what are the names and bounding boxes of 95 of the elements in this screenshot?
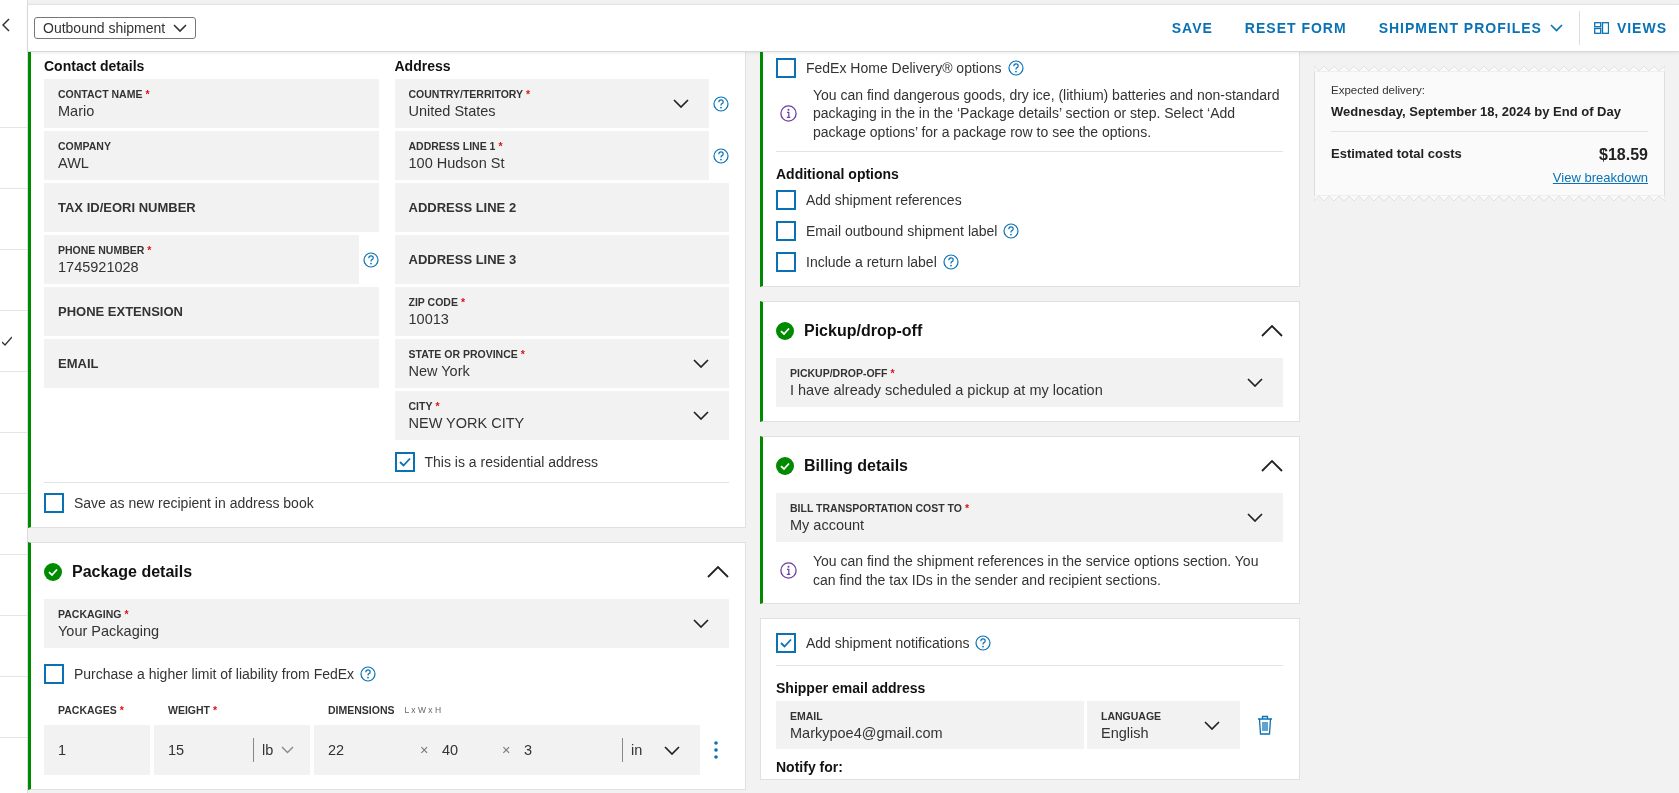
chevron-down-icon: [664, 745, 681, 755]
cost-label: Estimated total costs: [1331, 146, 1462, 161]
layout-icon: [1593, 22, 1609, 34]
unit-dropdown[interactable]: in: [622, 738, 681, 762]
help-icon[interactable]: [362, 251, 379, 268]
text-field[interactable]: PHONE EXTENSION: [44, 287, 379, 336]
checkbox-label: FedEx Home Delivery® options: [806, 60, 1002, 76]
column-header: PACKAGES *: [58, 704, 124, 716]
checkbox[interactable]: [776, 221, 796, 242]
view-breakdown-link[interactable]: View breakdown: [1552, 170, 1648, 185]
weight-field[interactable]: 15: [168, 742, 253, 758]
section-heading: Additional options: [776, 166, 900, 183]
chevron-down-icon: [173, 23, 188, 33]
chevron-down-icon: [1247, 513, 1263, 523]
times-sign: ×: [502, 742, 512, 758]
shipment-type-dropdown[interactable]: Outbound shipment: [34, 17, 197, 39]
checkbox-label: Include a return label: [806, 254, 937, 271]
collapse-chevron-icon[interactable]: [1261, 325, 1283, 338]
info-icon: [780, 562, 797, 580]
checkbox[interactable]: [776, 190, 796, 211]
email-field[interactable]: EMAIL Markypoe4@gmail.com: [776, 701, 1084, 750]
chevron-down-icon: [281, 746, 295, 754]
dropdown-field[interactable]: BILL TRANSPORTATION COST TO * My account: [776, 493, 1283, 543]
header-action-link[interactable]: RESET FORM: [1244, 20, 1347, 36]
help-icon[interactable]: [975, 635, 992, 652]
text-field[interactable]: ADDRESS LINE 3: [394, 235, 729, 284]
checkbox[interactable]: [44, 664, 64, 684]
info-icon: [780, 105, 797, 123]
views-button[interactable]: VIEWS: [1593, 20, 1667, 36]
text-field[interactable]: ADDRESS LINE 1 * 100 Hudson St: [394, 131, 709, 180]
unit-dropdown[interactable]: lb: [253, 738, 295, 762]
delivery-label: Expected delivery:: [1331, 84, 1426, 96]
chevron-down-icon: [1549, 24, 1563, 32]
checkbox-label: Purchase a higher limit of liability from FedEx: [74, 666, 355, 682]
text-field[interactable]: TAX ID/EORI NUMBER: [44, 183, 379, 232]
help-icon[interactable]: [1007, 60, 1024, 76]
dimension-hint: L x W x H: [404, 705, 442, 715]
column-header: DIMENSIONS: [328, 704, 395, 716]
checkbox[interactable]: [776, 252, 796, 273]
help-icon[interactable]: [360, 666, 377, 682]
info-message: You can find dangerous goods, dry ice, (lithium) batteries and non-standard packaging in the in the ‘Package details’ section or step. Select ‘Add package options’ for a package row to see the options.: [813, 86, 1281, 142]
dimension-field[interactable]: 3: [524, 742, 584, 758]
checkbox[interactable]: [44, 493, 64, 513]
check-icon: [2, 336, 12, 346]
dropdown-field[interactable]: COUNTRY/TERRITORY * United States: [394, 79, 709, 128]
more-options-icon[interactable]: [714, 741, 718, 759]
dimension-field[interactable]: 22: [328, 742, 420, 758]
section-heading: Shipper email address: [776, 680, 927, 697]
text-field[interactable]: ADDRESS LINE 2: [394, 183, 729, 232]
text-field[interactable]: EMAIL: [44, 339, 379, 388]
checkbox[interactable]: [394, 452, 415, 472]
info-message: You can find the shipment references in the service options section. You can find the tax IDs in the sender and recipient sections.: [813, 552, 1260, 590]
collapse-chevron-icon[interactable]: [1261, 460, 1283, 473]
chevron-down-icon: [693, 619, 709, 628]
column-header: WEIGHT *: [168, 704, 218, 716]
check-icon: [398, 457, 411, 467]
help-icon[interactable]: [713, 147, 729, 164]
language-dropdown[interactable]: LANGUAGE English: [1087, 701, 1240, 750]
times-sign: ×: [420, 742, 430, 758]
check-icon: [780, 638, 792, 649]
checkbox-label: This is a residential address: [424, 454, 599, 470]
section-title: Package details: [72, 563, 193, 581]
help-icon[interactable]: [1003, 223, 1020, 240]
checkbox[interactable]: [776, 633, 796, 654]
checkbox-label: Add shipment notifications: [806, 635, 970, 652]
dimension-field[interactable]: 40: [442, 742, 502, 758]
section-heading: Contact details: [44, 58, 146, 74]
text-field[interactable]: ZIP CODE * 10013: [394, 287, 729, 336]
dropdown-field[interactable]: CITY * NEW YORK CITY: [394, 391, 729, 440]
section-heading: Address: [394, 58, 452, 74]
collapse-chevron-icon[interactable]: [707, 566, 729, 578]
text-field[interactable]: PHONE NUMBER * 1745921028: [44, 235, 359, 284]
text-field[interactable]: CONTACT NAME * Mario: [44, 79, 379, 128]
checkbox[interactable]: [776, 58, 796, 78]
chevron-down-icon: [1204, 721, 1220, 731]
dropdown-field[interactable]: STATE OR PROVINCE * New York: [394, 339, 729, 388]
header-action-link[interactable]: SAVE: [1171, 20, 1213, 36]
packages-field[interactable]: 1: [44, 725, 150, 775]
shipment-profiles-menu[interactable]: SHIPMENT PROFILES: [1378, 20, 1563, 36]
checkbox-label: Add shipment references: [806, 192, 962, 209]
section-title: Billing details: [804, 457, 908, 476]
checkbox-label: Email outbound shipment label: [806, 223, 998, 240]
help-icon[interactable]: [942, 254, 959, 271]
checkbox-label: Save as new recipient in address book: [74, 495, 314, 511]
chevron-down-icon: [1247, 378, 1263, 388]
delivery-date: Wednesday, September 18, 2024 by End of Day: [1331, 104, 1622, 119]
trash-icon[interactable]: [1257, 715, 1273, 736]
total-cost: $18.59: [1599, 146, 1648, 164]
dropdown-field[interactable]: PICKUP/DROP-OFF * I have already scheduled a pickup at my location: [776, 358, 1283, 408]
text-field[interactable]: COMPANY AWL: [44, 131, 379, 180]
help-icon[interactable]: [713, 95, 729, 112]
section-title: Pickup/drop-off: [804, 322, 923, 341]
section-heading: Notify for:: [776, 759, 844, 776]
chevron-left-icon[interactable]: [2, 18, 10, 32]
dropdown-field[interactable]: PACKAGING * Your Packaging: [44, 599, 729, 648]
